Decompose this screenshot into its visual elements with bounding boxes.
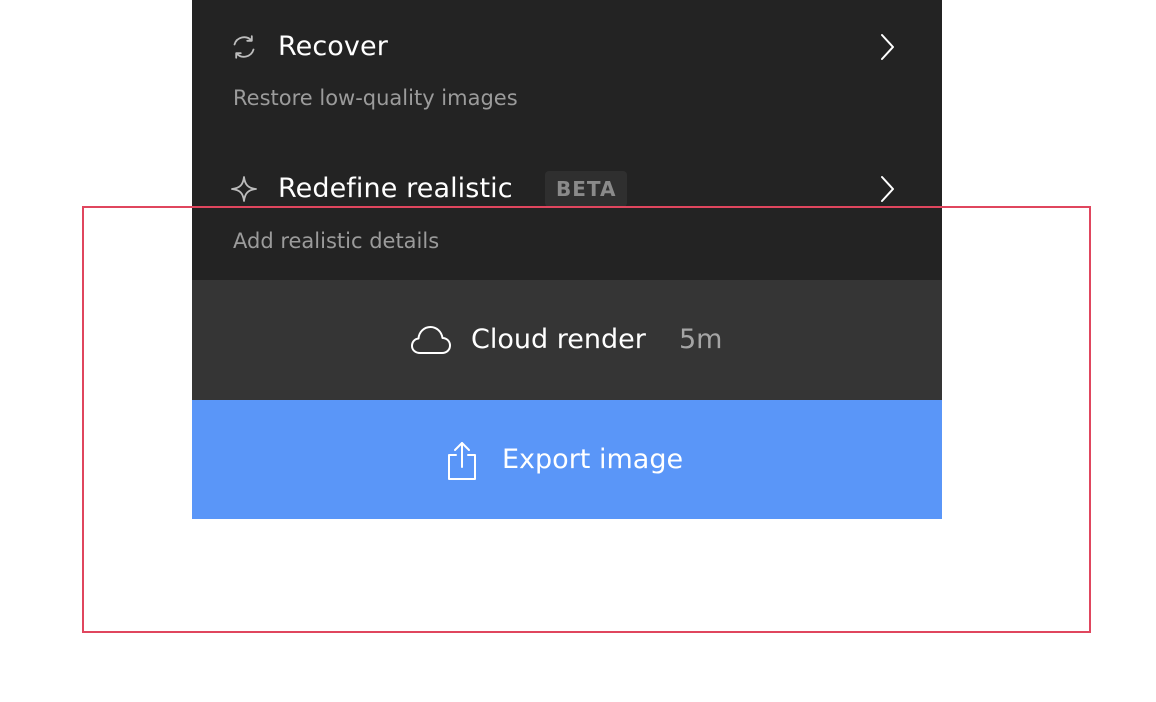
menu-item-subtitle: Restore low-quality images bbox=[233, 86, 518, 110]
menu-item-redefine-realistic[interactable]: Redefine realistic BETA Add realistic de… bbox=[192, 142, 942, 272]
refresh-icon bbox=[230, 33, 258, 61]
cloud-render-label: Cloud render bbox=[471, 324, 646, 355]
menu-item-recover[interactable]: Recover Restore low-quality images bbox=[192, 0, 942, 130]
menu-item-title: Redefine realistic bbox=[278, 173, 513, 204]
chevron-right-icon bbox=[878, 174, 898, 204]
cloud-render-time: 5m bbox=[679, 324, 723, 355]
sparkle-icon bbox=[230, 175, 258, 203]
chevron-right-icon bbox=[878, 32, 898, 62]
beta-badge: BETA bbox=[545, 171, 628, 207]
cloud-render-button[interactable]: Cloud render 5m bbox=[192, 280, 942, 400]
cloud-icon bbox=[410, 324, 452, 356]
render-panel: Recover Restore low-quality images Redef… bbox=[192, 0, 942, 519]
share-icon bbox=[444, 440, 480, 482]
menu-item-subtitle: Add realistic details bbox=[233, 229, 440, 253]
enhance-menu: Recover Restore low-quality images Redef… bbox=[192, 0, 942, 280]
export-image-label: Export image bbox=[502, 444, 684, 475]
export-image-button[interactable]: Export image bbox=[192, 400, 942, 519]
menu-item-title: Recover bbox=[278, 31, 388, 62]
screen: Recover Restore low-quality images Redef… bbox=[0, 0, 1156, 702]
